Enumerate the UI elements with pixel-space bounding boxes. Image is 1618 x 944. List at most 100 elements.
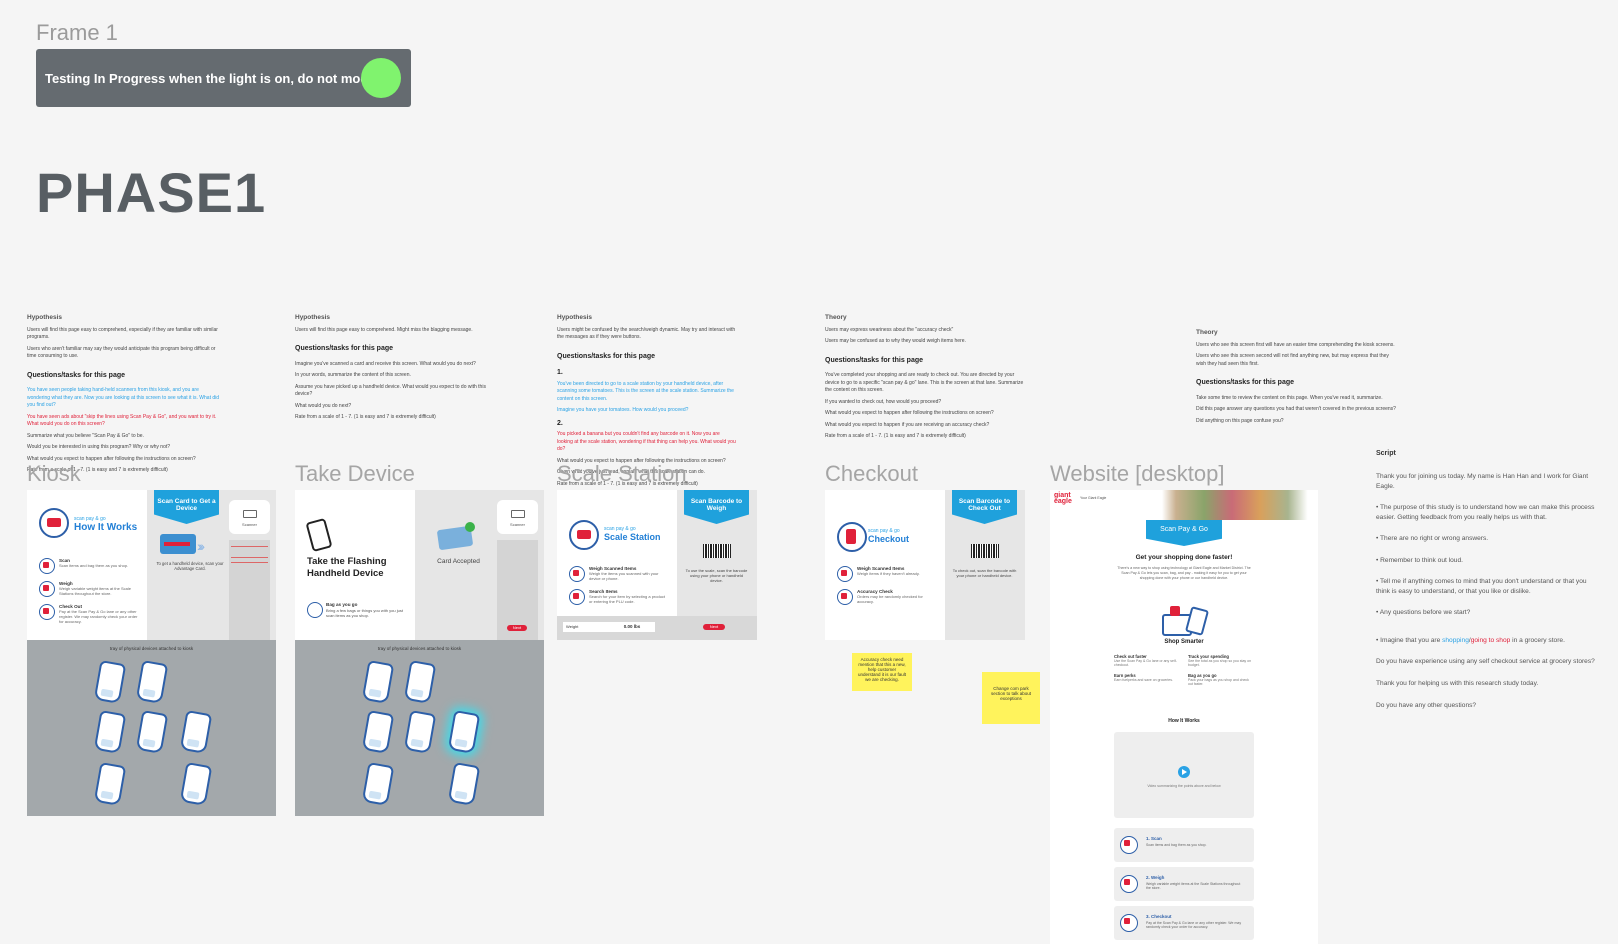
sticky-note-accuracy[interactable]: Accuracy check need mention that this a …	[852, 653, 912, 691]
kiosk-device-tray[interactable]: tray of physical devices attached to kio…	[27, 640, 276, 816]
bag-desc: Bring a few bags or things you with you …	[326, 608, 403, 618]
list-item-desc: Weigh items if they haven't already.	[857, 571, 920, 576]
weight-label: Weight	[563, 622, 609, 632]
step-title: 1. Scan	[1146, 836, 1162, 841]
task-item: What would you do next?	[295, 402, 352, 409]
benefit-desc: See the total as you shop so you stay on…	[1188, 659, 1252, 667]
section-title-scale-station[interactable]: Scale Station	[557, 461, 687, 487]
kiosk-title: How It Works	[74, 522, 138, 533]
step-icon	[1120, 914, 1138, 932]
task-item: Rate from a scale of 1 - 7. (1 is easy a…	[295, 414, 436, 421]
banner-text: Testing In Progress when the light is on…	[45, 70, 388, 86]
device-icon[interactable]	[179, 710, 213, 754]
step-title: 3. Checkout	[1146, 914, 1172, 919]
take-device-screen[interactable]: Take the Flashing Handheld Device Bag as…	[295, 490, 544, 640]
step-desc: Scan items and bag them as you shop.	[1146, 843, 1207, 847]
notes-heading: Theory	[1196, 329, 1218, 336]
imagine-prefix: • Imagine that you are	[1376, 636, 1443, 644]
device-icon[interactable]	[135, 660, 169, 704]
giant-eagle-logo[interactable]: giant eagle	[1054, 492, 1074, 506]
kiosk-scanner: Scanner	[229, 500, 270, 534]
list-item-desc: Weigh the items you scanned with your de…	[589, 571, 659, 581]
task-item: You've been directed to go to a scale st…	[557, 380, 734, 402]
take-device-next-button[interactable]: Next	[507, 625, 527, 631]
website-desktop-mockup[interactable]: giant eagle Your Giant Eagle Scan Pay & …	[1050, 490, 1318, 944]
device-icon[interactable]	[403, 710, 437, 754]
script-line: Do you have any other questions?	[1376, 701, 1477, 709]
list-item-text: Weigh Scanned Items Weigh items if they h…	[857, 566, 920, 576]
kiosk-card-caption: To get a handheld device, scan your Adva…	[156, 561, 224, 571]
tray-label: tray of physical devices attached to kio…	[377, 646, 462, 651]
task-item: Did this page answer any questions you h…	[1196, 406, 1396, 413]
imagine-going: going to shop	[1470, 636, 1511, 644]
script-line: • Remember to think out loud.	[1376, 556, 1463, 564]
website-step-card: 1. Scan Scan items and bag them as you sh…	[1114, 828, 1254, 862]
scale-next-button[interactable]: Next	[703, 624, 725, 630]
list-item: Weigh Scanned Items Weigh the items you s…	[569, 566, 669, 582]
benefit-item: Track your spending See the total as you …	[1188, 654, 1254, 667]
phase-title: PHASE1	[36, 161, 267, 224]
step-desc: Weigh variable weight items at the Scale…	[1146, 882, 1241, 890]
website-step-card: 2. Weigh Weigh variable weight items at t…	[1114, 867, 1254, 901]
barcode-icon	[971, 544, 999, 558]
notes-line: Users who see this screen first will hav…	[1196, 341, 1395, 348]
device-icon[interactable]	[361, 710, 395, 754]
take-device-tray[interactable]: tray of physical devices attached to kio…	[295, 640, 544, 816]
section-title-take-device[interactable]: Take Device	[295, 461, 415, 487]
task-item: Take some time to review the content on …	[1196, 394, 1383, 401]
script-line: • The purpose of this study is to unders…	[1376, 504, 1595, 521]
take-device-scanner-label: Scanner	[510, 522, 525, 527]
task-item: What would you expect to happen if you a…	[825, 421, 990, 428]
tasks-heading: Questions/tasks for this page	[295, 345, 394, 353]
device-icon[interactable]	[447, 762, 481, 806]
task-item: You picked a banana but you couldn't fin…	[557, 431, 736, 453]
task-item: Would you be interested in using this pr…	[27, 444, 171, 451]
device-icon[interactable]	[361, 660, 395, 704]
task-item: Did anything on this page confuse you?	[1196, 417, 1284, 424]
section-title-website[interactable]: Website [desktop]	[1050, 461, 1224, 487]
section-title-checkout[interactable]: Checkout	[825, 461, 918, 487]
kiosk-screen[interactable]: scan pay & go How It Works Scan Scan item…	[27, 490, 276, 640]
notes-website: Theory Users who see this screen first wi…	[1196, 328, 1396, 429]
how-it-works-heading: How It Works	[1168, 718, 1200, 724]
step-icon	[39, 604, 55, 620]
video-caption: Video summarizing the points above and b…	[1147, 784, 1221, 788]
device-icon[interactable]	[93, 762, 127, 806]
status-light-indicator	[361, 58, 401, 98]
device-icon[interactable]	[361, 762, 395, 806]
device-icon[interactable]	[179, 762, 213, 806]
website-store-label[interactable]: Your Giant Eagle	[1080, 496, 1106, 500]
step-icon	[39, 558, 55, 574]
website-video-placeholder[interactable]: Video summarizing the points above and b…	[1114, 732, 1254, 818]
website-headline: Get your shopping done faster!	[1135, 554, 1233, 561]
handheld-icon	[305, 517, 333, 553]
arrow-icon: ›››	[197, 538, 205, 554]
list-item: Search Items Search for your item by sele…	[569, 589, 669, 605]
play-icon[interactable]	[1178, 766, 1190, 778]
bag-title: Bag as you go	[326, 602, 358, 607]
section-title-script[interactable]: Script	[1376, 450, 1396, 457]
card-accepted-text: Card Accepted	[437, 558, 480, 565]
device-icon[interactable]	[93, 710, 127, 754]
notes-line: Users will find this page easy to compre…	[27, 326, 218, 341]
scale-station-screen[interactable]: scan pay & go Scale Station Weigh Scanne…	[557, 490, 757, 640]
flashing-device-icon[interactable]	[447, 710, 481, 754]
task-item: 1.	[557, 369, 563, 377]
kiosk-cart-icon	[39, 508, 69, 538]
checkout-caption: To check out, scan the barcode with your…	[952, 568, 1017, 578]
checkout-screen[interactable]: scan pay & go Checkout Weigh Scanned Ite…	[825, 490, 1025, 640]
task-item: Rate from a scale of 1 - 7. (1 is easy a…	[825, 433, 966, 440]
website-hero-banner	[1050, 490, 1318, 520]
section-title-kiosk[interactable]: Kiosk	[27, 461, 81, 487]
device-icon[interactable]	[93, 660, 127, 704]
device-icon[interactable]	[135, 710, 169, 754]
weight-value: 0.00 lbs	[609, 622, 655, 632]
scale-title: Scale Station	[604, 532, 661, 542]
frame-label[interactable]: Frame 1	[36, 20, 118, 46]
list-item-desc: Scan items and bag them as you shop.	[59, 563, 129, 568]
card-icon	[160, 534, 196, 554]
notes-line: Users may express weariness about the "a…	[825, 326, 954, 333]
shop-smarter-heading: Shop Smarter	[1164, 639, 1204, 645]
sticky-note-comparison[interactable]: Change com park section to talk about ex…	[982, 672, 1040, 724]
device-icon[interactable]	[403, 660, 437, 704]
